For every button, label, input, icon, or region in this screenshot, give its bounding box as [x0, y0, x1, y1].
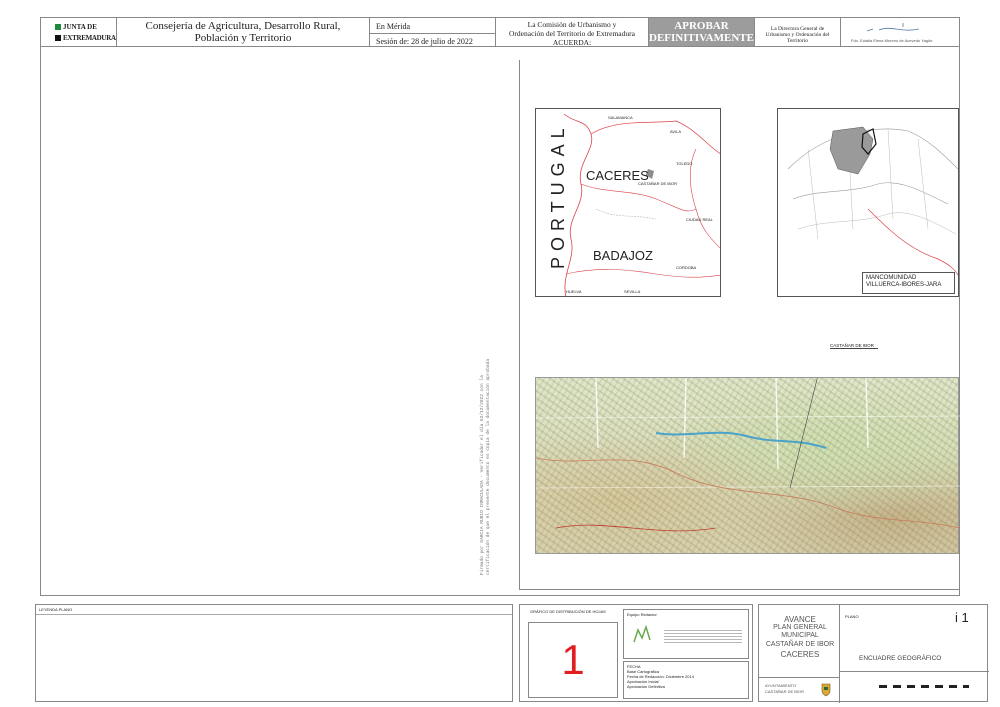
- legend-title: LEYENDA PLANO: [39, 607, 73, 612]
- coat-of-arms-icon: [821, 683, 831, 697]
- comarca-map: MANCOMUNIDAD VILLUERCA-IBORES-JARA: [777, 108, 959, 297]
- signatory-name: Fdo. Eulalia Elena Moreno de Acevedo Yag…: [851, 38, 933, 43]
- sevilla-label: SEVILLA: [624, 289, 641, 294]
- commission-line3: ACUERDA:: [552, 38, 592, 47]
- place-text: En Mérida: [376, 22, 410, 31]
- topo-callout: CASTAÑAR DE IBOR: [830, 343, 878, 349]
- scale-bar: [879, 685, 969, 688]
- consejeria-line1: Consejería de Agricultura, Desarrollo Ru…: [145, 20, 341, 32]
- castanar-label: CASTAÑAR DE IBOR: [638, 181, 678, 186]
- signature-scribble: [866, 23, 920, 32]
- title-block-right: AVANCE PLAN GENERAL MUNICIPAL CASTAÑAR D…: [758, 604, 989, 703]
- team-box: Equipo Redactor: [623, 609, 749, 659]
- title-block-left: GRÁFICO DE DISTRIBUCIÓN DE HOJAS 1 Equip…: [519, 604, 753, 702]
- document-header: JUNTA DE EXTREMADURA Consejería de Agric…: [40, 17, 960, 47]
- logo-green-square: [55, 24, 61, 30]
- mancomunidad-area: [829, 126, 874, 175]
- fecha-line4: Aprobación Definitiva: [627, 684, 665, 689]
- legend-divider: [36, 614, 512, 615]
- project-line2: PLAN GENERAL: [773, 624, 827, 631]
- team-title: Equipo Redactor: [627, 612, 657, 617]
- stamp-line2: DEFINITIVAMENTE: [649, 32, 754, 44]
- logo-text-top: JUNTA DE: [63, 23, 97, 31]
- commission-block: La Comisión de Urbanismo y Ordenación de…: [496, 18, 649, 47]
- comarca-legend-line2: VILLUERCA-IBORES-JARA: [866, 282, 942, 288]
- ayto-line1: AYUNTAMIENTO: [765, 683, 797, 688]
- cordoba-label: CORDOBA: [676, 265, 697, 270]
- stamp-line1: APROBAR: [674, 20, 729, 32]
- comarca-legend: MANCOMUNIDAD VILLUERCA-IBORES-JARA: [862, 272, 955, 294]
- portugal-label: PORTUGAL: [548, 122, 568, 269]
- sheet-grid: 1: [528, 622, 618, 698]
- sheet-number: 1: [561, 636, 585, 683]
- project-line4: CASTAÑAR DE IBOR: [765, 641, 835, 648]
- comarca-map-boundaries: [787, 126, 958, 276]
- team-logo-icon: [633, 624, 651, 643]
- huelva-label: HUELVA: [566, 289, 582, 294]
- comarca-legend-line1: MANCOMUNIDAD: [866, 275, 917, 281]
- project-title: AVANCE PLAN GENERAL MUNICIPAL CASTAÑAR D…: [765, 611, 835, 677]
- topographic-map: [535, 377, 960, 554]
- region-map: PORTUGAL CACERES BADAJOZ SALAMANCA AVILA…: [535, 108, 721, 297]
- ayto-divider: [759, 677, 839, 678]
- plano-title: ENCUADRE GEOGRÁFICO: [859, 655, 942, 662]
- consejeria-block: Consejería de Agricultura, Desarrollo Ru…: [117, 18, 370, 46]
- ayto-line2: CASTAÑAR DE IBOR: [765, 689, 805, 694]
- signature-block: Fdo. Eulalia Elena Moreno de Acevedo Yag…: [841, 18, 961, 46]
- salamanca-label: SALAMANCA: [608, 115, 633, 120]
- date-box: FECHA Base Cartográfica Fecha de Redacci…: [623, 661, 749, 699]
- project-line3: MUNICIPAL: [781, 632, 819, 639]
- avila-label: AVILA: [670, 129, 682, 134]
- ciudad-real-label: CIUDAD REAL: [686, 217, 713, 222]
- plano-number: i 1: [955, 610, 969, 625]
- project-line1: AVANCE: [784, 615, 816, 624]
- topographic-features: [536, 378, 960, 532]
- logo-block: JUNTA DE EXTREMADURA: [41, 18, 117, 46]
- session-block: En Mérida Sesión de: 28 de julio de 2022: [370, 18, 496, 46]
- title-right-divider: [839, 605, 840, 703]
- logo-text-bottom: EXTREMADURA: [63, 34, 116, 42]
- toledo-label: TOLEDO: [676, 161, 693, 166]
- session-date: Sesión de: 28 de julio de 2022: [376, 37, 473, 46]
- plano-label: PLANO: [845, 614, 859, 619]
- session-divider: [370, 33, 495, 34]
- logo-black-square: [55, 35, 61, 41]
- scale-divider: [839, 671, 989, 672]
- legend-panel: LEYENDA PLANO: [35, 604, 513, 702]
- vertical-note-area: Firmado por GARCIA RUBIO INMACULADA - Ve…: [445, 350, 505, 580]
- team-details-fineprint: [664, 628, 742, 644]
- badajoz-label: BADAJOZ: [593, 248, 653, 263]
- project-line5: CACERES: [780, 650, 820, 659]
- distribution-title: GRÁFICO DE DISTRIBUCIÓN DE HOJAS: [530, 609, 606, 614]
- director-block: La Directora General de Urbanismo y Orde…: [755, 18, 841, 46]
- commission-line2: Ordenación del Territorio de Extremadura: [509, 29, 635, 38]
- commission-line1: La Comisión de Urbanismo y: [527, 20, 617, 29]
- approval-stamp: APROBAR DEFINITIVAMENTE: [649, 18, 755, 46]
- consejeria-line2: Población y Territorio: [194, 32, 292, 44]
- director-line2: Urbanismo y Ordenación del Territorio: [765, 32, 830, 44]
- vertical-verification-note: Firmado por GARCIA RUBIO INMACULADA - Ve…: [480, 358, 491, 575]
